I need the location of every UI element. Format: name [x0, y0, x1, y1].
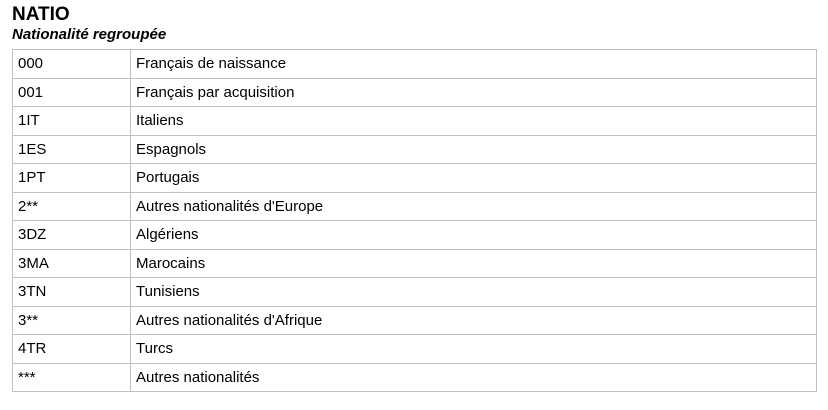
code-table-body: 000 Français de naissance 001 Français par …	[12, 49, 817, 392]
variable-title: NATIO	[12, 4, 70, 25]
code-cell: 1PT	[12, 163, 131, 193]
label-cell: Autres nationalités d'Afrique	[130, 305, 817, 335]
code-cell: 3DZ	[12, 220, 131, 250]
label-cell: Autres nationalités d'Europe	[130, 191, 817, 221]
table-row: 3** Autres nationalités d'Afrique	[12, 305, 817, 335]
table-row: 1ES Espagnols	[12, 134, 817, 164]
label-cell: Autres nationalités	[130, 362, 817, 392]
label-cell: Algériens	[130, 220, 817, 250]
code-cell: 2**	[12, 191, 131, 221]
code-cell: 001	[12, 77, 131, 107]
table-row: 3MA Marocains	[12, 248, 817, 278]
label-cell: Tunisiens	[130, 277, 817, 307]
code-table: 000 Français de naissance 001 Français par …	[12, 49, 817, 392]
label-cell: Espagnols	[130, 134, 817, 164]
code-cell: ***	[12, 362, 131, 392]
label-cell: Français par acquisition	[130, 77, 817, 107]
table-row: 1IT Italiens	[12, 106, 817, 136]
table-row: 2** Autres nationalités d'Europe	[12, 191, 817, 221]
label-cell: Portugais	[130, 163, 817, 193]
table-row: 1PT Portugais	[12, 163, 817, 193]
label-cell: Turcs	[130, 334, 817, 364]
label-cell: Italiens	[130, 106, 817, 136]
code-cell: 1IT	[12, 106, 131, 136]
table-row: 001 Français par acquisition	[12, 77, 817, 107]
code-cell: 3TN	[12, 277, 131, 307]
code-cell: 3MA	[12, 248, 131, 278]
table-row: 3DZ Algériens	[12, 220, 817, 250]
table-row: *** Autres nationalités	[12, 362, 817, 392]
table-row: 4TR Turcs	[12, 334, 817, 364]
variable-subtitle: Nationalité regroupée	[12, 26, 167, 43]
code-cell: 3**	[12, 305, 131, 335]
table-row: 000 Français de naissance	[12, 49, 817, 79]
code-cell: 000	[12, 49, 131, 79]
code-cell: 4TR	[12, 334, 131, 364]
table-row: 3TN Tunisiens	[12, 277, 817, 307]
label-cell: Marocains	[130, 248, 817, 278]
label-cell: Français de naissance	[130, 49, 817, 79]
code-cell: 1ES	[12, 134, 131, 164]
